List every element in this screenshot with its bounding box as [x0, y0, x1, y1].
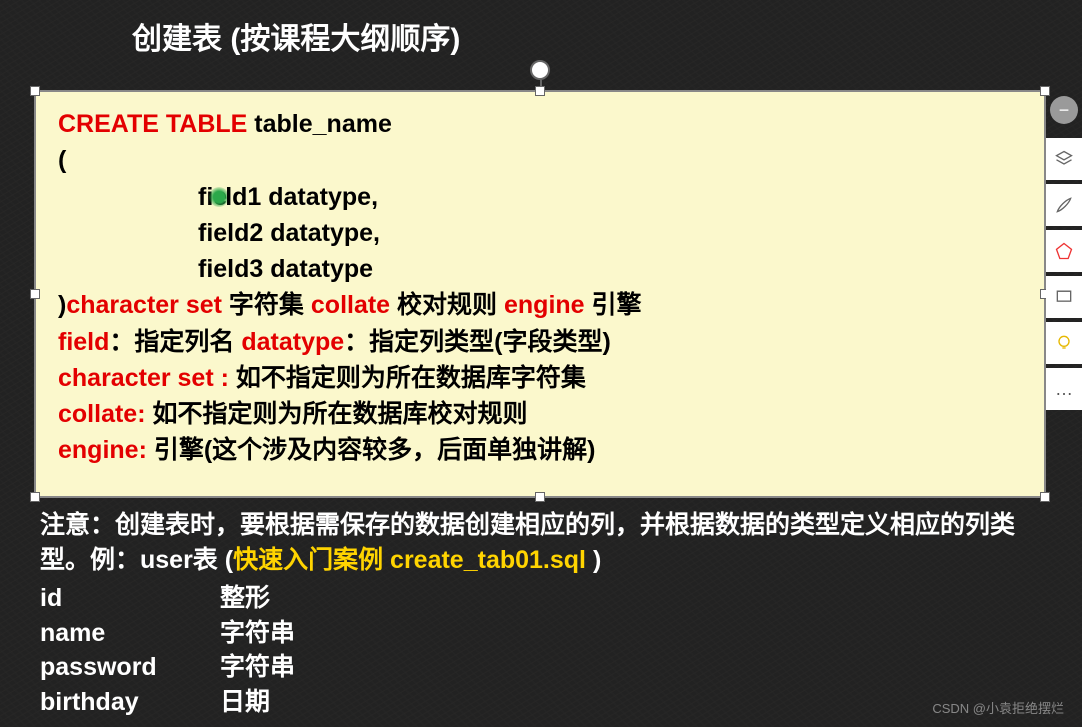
columns-list: id整形 name字符串 password字符串 birthday日期 [40, 581, 1040, 719]
watermark: CSDN @小袁拒绝摆烂 [932, 698, 1064, 717]
resize-handle[interactable] [30, 492, 40, 502]
note-highlight: 快速入门案例 create_tab01.sql [233, 546, 593, 574]
txt-charset: 字符集 [222, 291, 311, 319]
col-type: 字符串 [220, 650, 295, 685]
txt-collate: 校对规则 [390, 291, 504, 319]
kw-charset2: character set : [58, 364, 229, 392]
field3: field3 datatype [58, 251, 1022, 287]
list-item: name字符串 [40, 616, 1040, 651]
desc-engine: 引擎(这个涉及内容较多，后面单独讲解) [147, 436, 596, 464]
kw-field: field [58, 328, 109, 356]
shape-button[interactable] [1046, 230, 1082, 272]
resize-handle[interactable] [1040, 86, 1050, 96]
present-icon [1054, 287, 1074, 307]
col-name: password [40, 650, 220, 685]
tbl-name: table_name [247, 110, 392, 138]
collapse-button[interactable]: − [1050, 96, 1078, 124]
note-text-c: ) [593, 546, 601, 574]
col-name: birthday [40, 685, 220, 720]
minus-icon: − [1059, 100, 1070, 121]
txt-engine: 引擎 [585, 291, 642, 319]
col-type: 字符串 [220, 616, 295, 651]
desc-charset: 如不指定则为所在数据库字符集 [229, 364, 586, 392]
more-icon: … [1055, 379, 1073, 400]
col-type: 日期 [220, 685, 270, 720]
desc-collate: 如不指定则为所在数据库校对规则 [146, 400, 528, 428]
present-button[interactable] [1046, 276, 1082, 318]
list-item: password字符串 [40, 650, 1040, 685]
code-content: CREATE TABLE table_name ( field1 datatyp… [36, 92, 1044, 479]
resize-handle[interactable] [535, 86, 545, 96]
code-textbox[interactable]: CREATE TABLE table_name ( field1 datatyp… [34, 90, 1046, 498]
kw-engine: engine [504, 291, 585, 319]
rotate-handle-icon[interactable] [530, 60, 550, 80]
slide-title: 创建表 (按课程大纲顺序) [132, 14, 460, 58]
field1c: datatype, [261, 183, 378, 211]
field2: field2 datatype, [58, 215, 1022, 251]
pentagon-icon [1054, 241, 1074, 261]
list-item: id整形 [40, 581, 1040, 616]
bulb-icon [1054, 333, 1074, 353]
kw-engine2: engine: [58, 436, 147, 464]
kw-charset: character set [66, 291, 222, 319]
idea-button[interactable] [1046, 322, 1082, 364]
field1b: ld1 [225, 183, 261, 211]
desc-datatype: ：指定列类型(字段类型) [344, 328, 611, 356]
col-type: 整形 [220, 581, 270, 616]
resize-handle[interactable] [535, 492, 545, 502]
brush-button[interactable] [1046, 184, 1082, 226]
kw-datatype: datatype [241, 328, 344, 356]
col-name: id [40, 581, 220, 616]
notes-block: 注意：创建表时，要根据需保存的数据创建相应的列，并根据数据的类型定义相应的列类型… [40, 508, 1040, 719]
more-button[interactable]: … [1046, 368, 1082, 410]
layers-button[interactable] [1046, 138, 1082, 180]
desc-field: ：指定列名 [109, 328, 241, 356]
kw-collate2: collate: [58, 400, 146, 428]
resize-handle[interactable] [1040, 492, 1050, 502]
right-toolbar: − … [1046, 96, 1082, 410]
resize-handle[interactable] [30, 289, 40, 299]
paren-open: ( [58, 142, 1022, 178]
kw-collate: collate [311, 291, 390, 319]
resize-handle[interactable] [30, 86, 40, 96]
brush-icon [1054, 195, 1074, 215]
list-item: birthday日期 [40, 685, 1040, 720]
layers-icon [1054, 149, 1074, 169]
kw-create-table: CREATE TABLE [58, 110, 247, 138]
col-name: name [40, 616, 220, 651]
